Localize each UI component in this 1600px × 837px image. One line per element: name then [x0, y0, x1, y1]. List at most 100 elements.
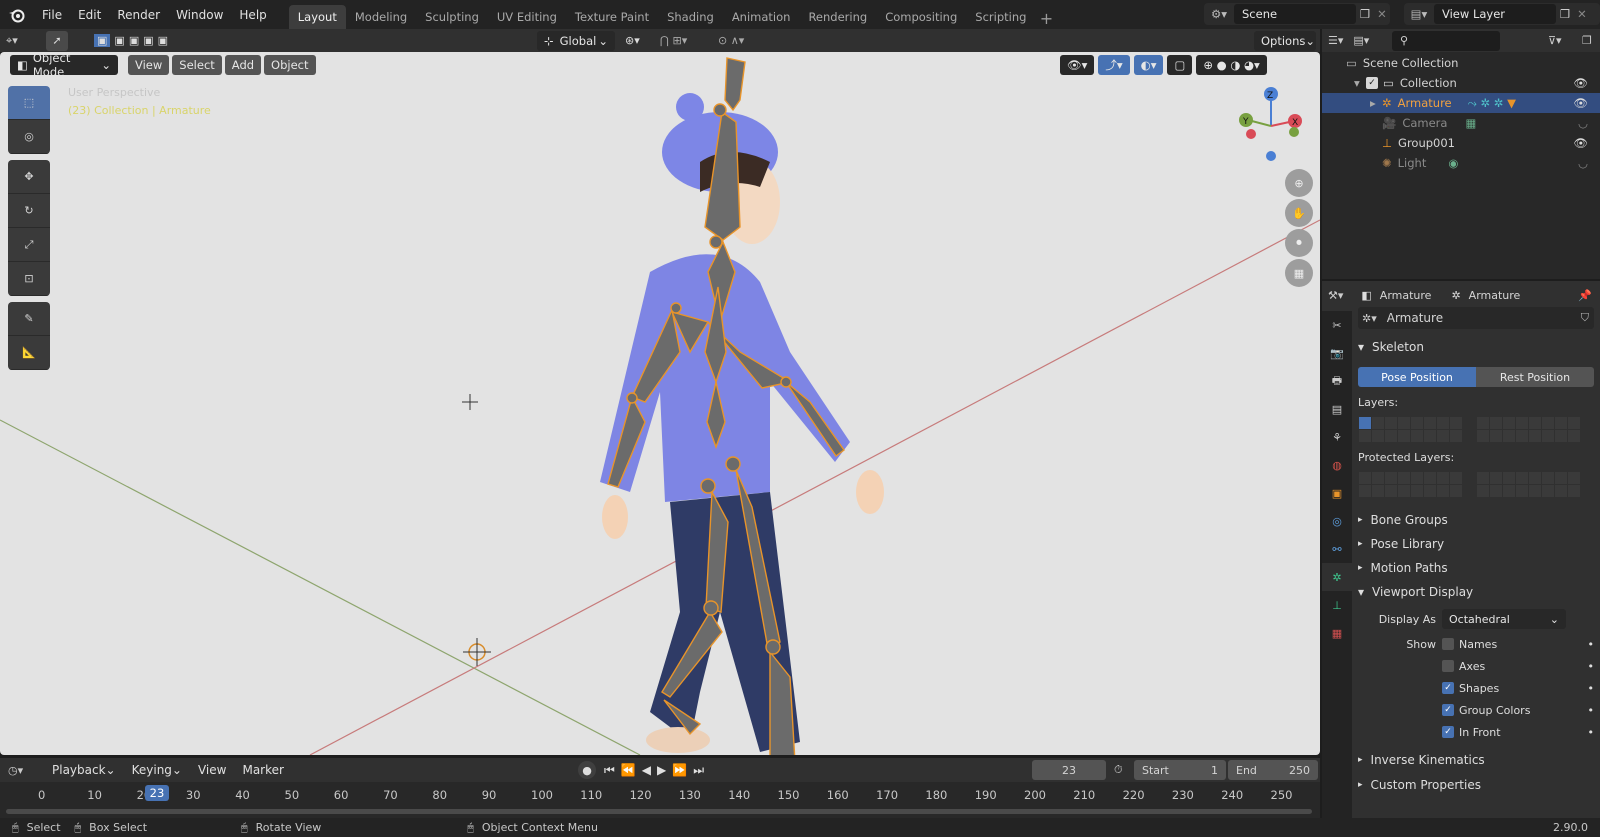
collection-checkbox[interactable]: ✓ — [1366, 77, 1378, 89]
viewport-display-panel-header[interactable]: ▾ Viewport Display — [1358, 582, 1598, 602]
delete-scene-icon[interactable]: ✕ — [1374, 7, 1390, 21]
tab-layout[interactable]: Layout — [288, 5, 346, 29]
add-workspace-icon[interactable]: + — [1035, 7, 1057, 29]
menu-window[interactable]: Window — [168, 0, 231, 29]
texture-tab-icon[interactable]: ▦ — [1322, 619, 1352, 647]
camera-view-icon[interactable]: ⏺ — [1285, 229, 1313, 257]
checkbox-checked-icon[interactable]: ✓ — [1442, 704, 1454, 716]
layers-grid-right[interactable] — [1477, 417, 1580, 442]
checkbox-checked-icon[interactable]: ✓ — [1442, 726, 1454, 738]
menu-view[interactable]: View — [128, 55, 170, 75]
protected-layers-grid-right[interactable] — [1477, 472, 1580, 497]
tab-sculpting[interactable]: Sculpting — [416, 5, 488, 29]
outliner-scene-collection[interactable]: ▭ Scene Collection — [1322, 53, 1600, 73]
menu-add[interactable]: Add — [224, 55, 262, 75]
show-in-front-checkbox[interactable]: ✓ In Front • — [1358, 723, 1598, 741]
menu-file[interactable]: File — [34, 0, 70, 29]
bone-tab-icon[interactable]: ⊥ — [1322, 591, 1352, 619]
move-tool-icon[interactable]: ✥ — [8, 160, 50, 194]
xray-toggle-icon[interactable]: ▢ — [1167, 55, 1193, 75]
cursor-tool-icon[interactable]: ◎ — [8, 120, 50, 154]
motion-paths-panel-header[interactable]: ▸ Motion Paths — [1358, 558, 1598, 578]
visibility-icon[interactable]: 👁▾ — [1060, 55, 1095, 75]
tab-rendering[interactable]: Rendering — [799, 5, 876, 29]
menu-timeline-view[interactable]: View — [190, 756, 234, 785]
bone-groups-panel-header[interactable]: ▸ Bone Groups — [1358, 510, 1598, 530]
fake-user-shield-icon[interactable]: ⛉ — [1581, 311, 1589, 325]
shading-modes-icon[interactable]: ⊕ ● ◑ ◕▾ — [1196, 55, 1267, 75]
timeline-editor-icon[interactable]: ◷▾ — [8, 764, 44, 777]
armature-datablock[interactable]: ✲▾ Armature ⛉ — [1358, 307, 1594, 329]
physics-tab-icon[interactable]: ◎ — [1322, 507, 1352, 535]
mode-new-icon[interactable]: ▣ — [94, 34, 111, 47]
transform-tool-icon[interactable]: ⊡ — [8, 262, 50, 296]
menu-render[interactable]: Render — [109, 0, 168, 29]
outliner-item-light[interactable]: ✺ Light ◉ ◡ — [1322, 153, 1600, 173]
rest-position-button[interactable]: Rest Position — [1476, 367, 1594, 387]
pin-icon[interactable]: 📌 — [1578, 289, 1592, 302]
preview-range-icon[interactable]: ⏱ — [1114, 763, 1123, 777]
prev-keyframe-icon[interactable]: ⏪ — [621, 763, 636, 778]
constraints-tab-icon[interactable]: ⚯ — [1322, 535, 1352, 563]
editor-type-icon[interactable]: ⌖▾ — [6, 34, 46, 48]
mode-invert-icon[interactable]: ▣ — [143, 34, 153, 47]
tool-tab-icon[interactable]: ✂ — [1322, 311, 1352, 339]
rotate-tool-icon[interactable]: ↻ — [8, 194, 50, 228]
annotate-tool-icon[interactable]: ✎ — [8, 302, 50, 336]
custom-properties-panel-header[interactable]: ▸ Custom Properties — [1358, 775, 1598, 795]
tab-uv-editing[interactable]: UV Editing — [488, 5, 566, 29]
play-icon[interactable]: ▶ — [657, 763, 666, 778]
pose-position-button[interactable]: Pose Position — [1358, 367, 1476, 387]
tab-modeling[interactable]: Modeling — [346, 5, 416, 29]
play-reverse-icon[interactable]: ◀ — [642, 763, 651, 778]
select-box-tool-icon[interactable]: ⬚ — [8, 86, 50, 120]
display-mode-icon[interactable]: ▤▾ — [1353, 34, 1369, 47]
properties-editor-icon[interactable]: ⚒▾ — [1328, 289, 1343, 302]
tab-compositing[interactable]: Compositing — [876, 5, 966, 29]
zoom-icon[interactable]: ⊕ — [1285, 169, 1313, 197]
scene-name-field[interactable]: Scene — [1234, 4, 1356, 24]
outliner-editor-icon[interactable]: ☰▾ — [1328, 34, 1343, 47]
next-keyframe-icon[interactable]: ⏩ — [672, 763, 687, 778]
menu-marker[interactable]: Marker — [234, 756, 291, 785]
show-shapes-checkbox[interactable]: ✓ Shapes • — [1358, 679, 1598, 697]
keyframe-dot-icon[interactable]: • — [1588, 660, 1595, 673]
output-tab-icon[interactable]: 🖶 — [1322, 367, 1352, 395]
menu-playback[interactable]: Playback ⌄ — [44, 756, 124, 785]
keyframe-dot-icon[interactable]: • — [1588, 704, 1595, 717]
outliner-item-group001[interactable]: ⊥ Group001 👁 — [1322, 133, 1600, 153]
eye-icon[interactable]: 👁 — [1573, 96, 1588, 110]
options-dropdown[interactable]: Options ⌄ — [1254, 30, 1316, 51]
transform-orientation-dropdown[interactable]: ⊹ Global ⌄ — [537, 30, 615, 51]
ortho-toggle-icon[interactable]: ▦ — [1285, 259, 1313, 287]
timeline-scrollbar[interactable] — [6, 809, 1312, 814]
tab-shading[interactable]: Shading — [658, 5, 723, 29]
display-as-dropdown[interactable]: Octahedral ⌄ — [1442, 609, 1566, 629]
mode-extend-icon[interactable]: ▣ — [114, 34, 124, 47]
tab-scripting[interactable]: Scripting — [966, 5, 1035, 29]
outliner-item-camera[interactable]: 🎥 Camera ▦ ◡ — [1322, 113, 1600, 133]
overlay-toggle-icon[interactable]: ◐▾ — [1133, 55, 1164, 75]
view-layer-selector[interactable]: ▤▾ View Layer ❐ ✕ — [1404, 3, 1600, 25]
inverse-kinematics-panel-header[interactable]: ▸ Inverse Kinematics — [1358, 750, 1598, 770]
blender-logo-icon[interactable] — [0, 0, 34, 29]
start-frame-field[interactable]: Start 1 — [1134, 760, 1226, 780]
object-tab-icon[interactable]: ▣ — [1322, 479, 1352, 507]
menu-keying[interactable]: Keying ⌄ — [124, 756, 190, 785]
hidden-eye-icon[interactable]: ◡ — [1578, 156, 1588, 170]
mode-dropdown[interactable]: ◧ Object Mode ⌄ — [10, 52, 118, 79]
jump-end-icon[interactable]: ⏭ — [693, 763, 704, 778]
pan-hand-icon[interactable]: ✋ — [1285, 199, 1313, 227]
end-frame-field[interactable]: End 250 — [1228, 760, 1318, 780]
checkbox-empty-icon[interactable] — [1442, 660, 1454, 672]
selection-mode-icons[interactable]: ▣ ▣ ▣ ▣ ▣ — [94, 34, 168, 47]
show-group-colors-checkbox[interactable]: ✓ Group Colors • — [1358, 701, 1598, 719]
new-collection-icon[interactable]: ❐ — [1582, 34, 1592, 47]
jump-start-icon[interactable]: ⏮ — [604, 763, 615, 778]
outliner-item-armature[interactable]: ▸ ✲ Armature ⤳ ✲ ✲ ▼ 👁 — [1322, 93, 1600, 113]
scale-tool-icon[interactable]: ⤢ — [8, 228, 50, 262]
gizmo-toggle-icon[interactable]: ⤴▾ — [1098, 55, 1130, 75]
pivot-point-icon[interactable]: ⊛▾ — [625, 34, 640, 47]
hidden-eye-icon[interactable]: ◡ — [1578, 116, 1588, 130]
timeline-ruler[interactable]: 0 10 20 30 40 50 60 70 80 90 100 110 120 130 140 150 160… — [0, 782, 1320, 818]
